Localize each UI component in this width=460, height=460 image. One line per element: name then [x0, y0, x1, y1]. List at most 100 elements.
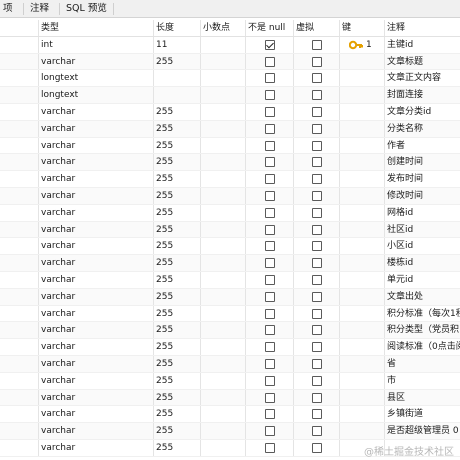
cell-type[interactable]: varchar — [38, 53, 153, 70]
cell-key[interactable] — [339, 406, 384, 423]
virtual-checkbox[interactable] — [312, 409, 322, 420]
not-null-checkbox[interactable] — [265, 39, 275, 50]
cell-not-null[interactable] — [245, 423, 293, 439]
virtual-checkbox[interactable] — [312, 258, 322, 269]
cell-name[interactable] — [0, 54, 38, 70]
cell-length[interactable]: 255 — [153, 271, 200, 288]
cell-comment[interactable]: 主键id — [384, 36, 460, 53]
cell-type[interactable]: longtext — [38, 87, 153, 103]
cell-not-null[interactable] — [245, 171, 293, 187]
not-null-checkbox[interactable] — [265, 190, 275, 201]
cell-key[interactable] — [339, 372, 384, 389]
cell-length[interactable]: 255 — [153, 372, 200, 389]
tab-options[interactable]: 项 — [0, 0, 16, 17]
cell-comment[interactable]: 发布时间 — [384, 171, 460, 187]
cell-not-null[interactable] — [245, 372, 293, 389]
cell-virtual[interactable] — [293, 103, 339, 120]
cell-type[interactable]: varchar — [38, 406, 153, 423]
column-header-not-null[interactable]: 不是 null — [245, 20, 293, 36]
virtual-checkbox[interactable] — [312, 392, 322, 403]
cell-key[interactable] — [339, 204, 384, 221]
cell-length[interactable]: 11 — [153, 36, 200, 53]
not-null-checkbox[interactable] — [265, 174, 275, 185]
cell-key[interactable] — [339, 171, 384, 187]
cell-virtual[interactable] — [293, 70, 339, 87]
virtual-checkbox[interactable] — [312, 73, 322, 84]
cell-key[interactable] — [339, 87, 384, 103]
cell-type[interactable]: varchar — [38, 255, 153, 271]
virtual-checkbox[interactable] — [312, 224, 322, 235]
tab-sql-preview[interactable]: SQL 预览 — [63, 0, 110, 17]
not-null-checkbox[interactable] — [265, 56, 275, 67]
cell-not-null[interactable] — [245, 221, 293, 238]
cell-type[interactable]: varchar — [38, 322, 153, 339]
cell-decimals[interactable] — [200, 322, 245, 339]
cell-name[interactable] — [0, 306, 38, 322]
cell-length[interactable]: 255 — [153, 339, 200, 355]
cell-name[interactable] — [0, 138, 38, 154]
cell-length[interactable]: 255 — [153, 137, 200, 154]
table-row[interactable]: longtext 封面连接 — [0, 87, 460, 104]
cell-decimals[interactable] — [200, 53, 245, 70]
not-null-checkbox[interactable] — [265, 375, 275, 386]
virtual-checkbox[interactable] — [312, 39, 322, 50]
column-header-type[interactable]: 类型 — [38, 20, 153, 36]
cell-length[interactable]: 255 — [153, 103, 200, 120]
virtual-checkbox[interactable] — [312, 325, 322, 336]
cell-type[interactable]: varchar — [38, 305, 153, 322]
cell-type[interactable]: varchar — [38, 372, 153, 389]
cell-length[interactable]: 255 — [153, 288, 200, 305]
cell-key[interactable] — [339, 120, 384, 137]
cell-not-null[interactable] — [245, 305, 293, 322]
cell-decimals[interactable] — [200, 204, 245, 221]
cell-decimals[interactable] — [200, 406, 245, 423]
cell-comment[interactable]: 修改时间 — [384, 187, 460, 204]
not-null-checkbox[interactable] — [265, 308, 275, 319]
not-null-checkbox[interactable] — [265, 258, 275, 269]
tab-comment[interactable]: 注释 — [27, 0, 52, 17]
not-null-checkbox[interactable] — [265, 73, 275, 84]
cell-decimals[interactable] — [200, 439, 245, 456]
cell-not-null[interactable] — [245, 406, 293, 423]
cell-virtual[interactable] — [293, 204, 339, 221]
cell-not-null[interactable] — [245, 355, 293, 372]
cell-type[interactable]: varchar — [38, 423, 153, 439]
not-null-checkbox[interactable] — [265, 241, 275, 252]
cell-key[interactable]: 1 — [339, 36, 384, 53]
cell-comment[interactable]: 阅读标准（0点击阅 — [384, 339, 460, 355]
cell-type[interactable]: varchar — [38, 271, 153, 288]
cell-virtual[interactable] — [293, 389, 339, 406]
cell-virtual[interactable] — [293, 339, 339, 355]
cell-decimals[interactable] — [200, 187, 245, 204]
cell-length[interactable]: 255 — [153, 187, 200, 204]
not-null-checkbox[interactable] — [265, 358, 275, 369]
cell-key[interactable] — [339, 423, 384, 439]
cell-comment[interactable]: 市 — [384, 372, 460, 389]
cell-type[interactable]: varchar — [38, 339, 153, 355]
cell-not-null[interactable] — [245, 288, 293, 305]
cell-comment[interactable]: 积分标准（每次1积 — [384, 305, 460, 322]
cell-type[interactable]: varchar — [38, 204, 153, 221]
cell-virtual[interactable] — [293, 238, 339, 255]
cell-not-null[interactable] — [245, 120, 293, 137]
table-row[interactable]: varchar 255 市 — [0, 372, 460, 390]
cell-not-null[interactable] — [245, 204, 293, 221]
cell-type[interactable]: longtext — [38, 70, 153, 87]
not-null-checkbox[interactable] — [265, 140, 275, 151]
cell-comment[interactable]: 网格id — [384, 204, 460, 221]
table-row[interactable]: varchar 255 创建时间 — [0, 154, 460, 172]
table-row[interactable]: varchar 255 文章分类id — [0, 103, 460, 121]
cell-virtual[interactable] — [293, 288, 339, 305]
cell-type[interactable]: varchar — [38, 187, 153, 204]
cell-length[interactable]: 255 — [153, 204, 200, 221]
cell-comment[interactable]: 文章标题 — [384, 53, 460, 70]
cell-comment[interactable]: 社区id — [384, 221, 460, 238]
cell-comment[interactable]: 小区id — [384, 238, 460, 255]
cell-comment[interactable]: 文章出处 — [384, 288, 460, 305]
cell-type[interactable]: varchar — [38, 221, 153, 238]
virtual-checkbox[interactable] — [312, 56, 322, 67]
virtual-checkbox[interactable] — [312, 358, 322, 369]
cell-virtual[interactable] — [293, 271, 339, 288]
cell-virtual[interactable] — [293, 322, 339, 339]
cell-name[interactable] — [0, 238, 38, 254]
